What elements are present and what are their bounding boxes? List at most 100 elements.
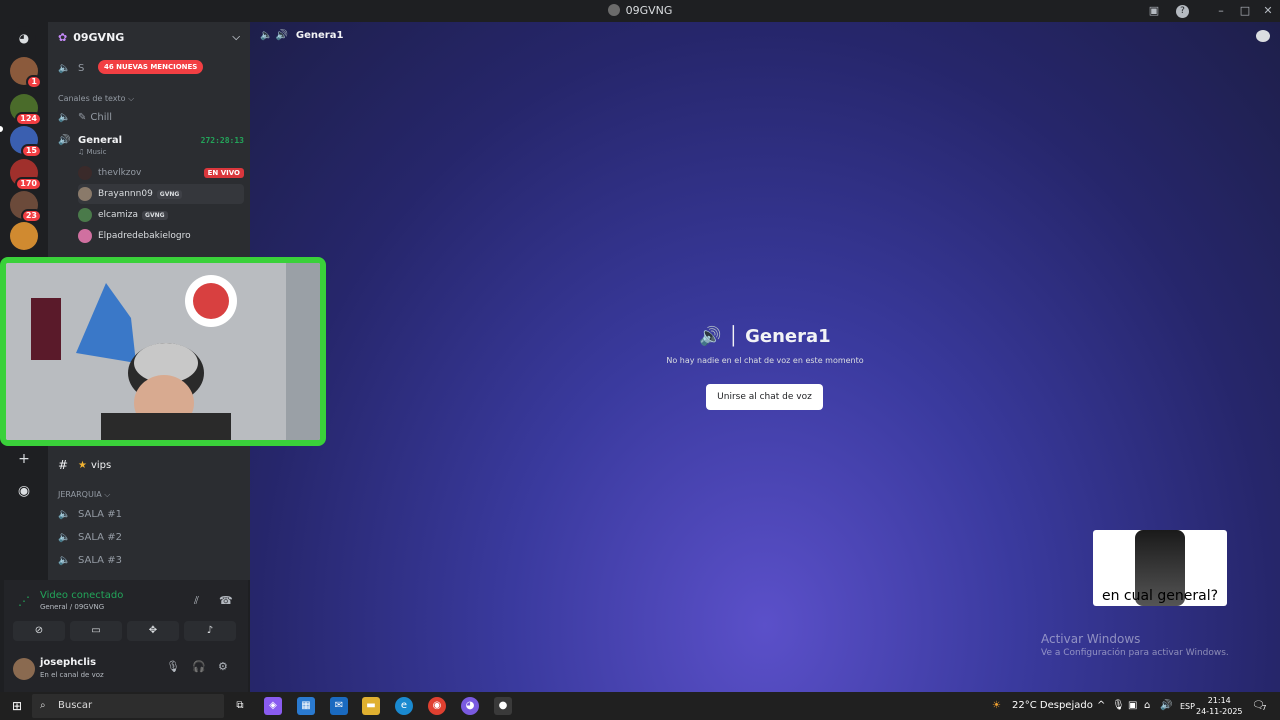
help-icon[interactable]: ? [1176,5,1189,18]
weather-icon: ☀ [992,700,1001,711]
mic-icon: ✎ [78,111,87,123]
edge-icon[interactable]: e [395,697,413,715]
voice-user[interactable]: Brayannn09 GVNG [78,184,244,204]
category-hierarchy[interactable]: JERARQUIA ⌵ [58,490,110,500]
channel-sala-3[interactable]: 🔈 SALA #3 [58,550,244,570]
channel-activity: ♫ Music [78,148,107,156]
display-tray-icon[interactable]: ▣ [1128,700,1137,711]
guild-item[interactable]: 15 [10,126,42,158]
minimize-button[interactable]: – [1213,3,1229,19]
file-explorer-icon[interactable]: ▬ [362,697,380,715]
mention-badge: 23 [20,209,42,223]
window-title: 09GVNG [0,4,1280,17]
windows-activation-watermark: Activar Windows Ve a Configuración para … [1041,632,1229,658]
mention-badge: 15 [20,144,42,158]
outlook-icon[interactable]: ✉ [330,697,348,715]
weather-text[interactable]: 22°C Despejado [1012,700,1093,711]
discord-app-icon[interactable]: ◕ [461,697,479,715]
unread-pill [0,126,3,132]
channel-vips[interactable]: # ★ vips [58,455,244,475]
guild-tag: GVNG [142,210,168,220]
discover-icon[interactable]: ◉ [12,479,36,503]
voice-user[interactable]: elcamiza GVNG [78,205,244,225]
voice-user[interactable]: thevlkzov EN VIVO [78,163,244,183]
speaker-active-icon: 🔊 [58,134,71,146]
username[interactable]: josephclis [40,657,96,668]
chevron-down-icon: ⌵ [232,31,240,43]
avatar [78,187,92,201]
user-status: En el canal de voz [40,671,104,679]
guild-item[interactable]: 1 [10,57,42,89]
voice-location[interactable]: General / 09GVNG [40,603,104,611]
new-mentions-badge[interactable]: 46 NUEVAS MENCIONES [98,60,204,74]
voice-panel: ⋰ Video conectado General / 09GVNG ⫽ ☎ ⊘… [4,580,248,692]
empty-voice-message: No hay nadie en el chat de voz en este m… [666,356,864,365]
inbox-icon[interactable]: ▣ [1146,3,1162,19]
join-voice-button[interactable]: Unirse al chat de voz [706,384,823,410]
speaker-icon: 🔊 [699,326,722,347]
sticker-overlay: en cual general? [1093,530,1227,606]
discord-home-icon[interactable]: ◕ [12,26,36,50]
avatar [78,229,92,243]
guild-item[interactable] [10,222,38,250]
mic-tray-icon[interactable]: 🎙 [1112,700,1125,711]
task-view-icon[interactable]: ⧉ [231,697,249,715]
activities-button[interactable]: ✥ [127,621,179,641]
volume-icon[interactable]: 🔊 [1160,700,1172,711]
taskbar-clock[interactable]: 21:14 24-11-2025 [1196,695,1243,717]
mic-icon[interactable]: 🎙 [166,660,180,673]
chrome-icon[interactable]: ◉ [428,697,446,715]
speaker-icon: 🔈 [58,531,71,543]
taskbar-search[interactable]: ⌕ Buscar [32,694,224,718]
mention-badge: 170 [15,177,42,191]
signal-icon[interactable]: ⋰ [18,594,30,608]
speaker-icon: 🔈 🔊 [260,30,289,41]
speaker-icon: 🔈 [58,508,71,520]
webcam-overlay [0,257,326,446]
sticker-caption: en cual general? [1101,588,1219,604]
channel-sala-2[interactable]: 🔈 SALA #2 [58,527,244,547]
chat-icon[interactable] [1256,30,1270,42]
mention-badge: 1 [26,75,42,89]
mention-badge: 124 [15,112,42,126]
channel-chill[interactable]: 🔈 ✎ Chill [58,107,244,127]
channel-sala-1[interactable]: 🔈 SALA #1 [58,504,244,524]
screen-share-button[interactable]: ▭ [70,621,122,641]
maximize-button[interactable]: □ [1237,3,1253,19]
camera-off-button[interactable]: ⊘ [13,621,65,641]
star-icon: ★ [78,459,87,471]
language-indicator[interactable]: ESP [1180,702,1195,711]
title-bar: 09GVNG ▣ ? – □ ✕ [0,0,1280,22]
store-icon[interactable]: ▦ [297,697,315,715]
guild-tag: GVNG [156,189,183,199]
close-button[interactable]: ✕ [1260,3,1276,19]
avatar[interactable] [13,658,35,680]
copilot-icon[interactable]: ◈ [264,697,282,715]
guild-item[interactable]: 124 [10,94,42,126]
guild-avatar [10,222,38,250]
voice-channel-title: 🔊 │ Genera1 [699,326,831,347]
channel-general[interactable]: 🔊 General 272:28:13 [58,130,244,150]
noise-suppression-icon[interactable]: ⫽ [194,594,199,608]
voice-user[interactable]: Elpadredebakielogro [78,226,244,246]
add-server-icon[interactable]: + [12,447,36,471]
windows-taskbar: ⊞ ⌕ Buscar ⧉ ◈ ▦ ✉ ▬ e ◉ ◕ ● ☀ 22°C Desp… [0,692,1280,720]
gear-icon[interactable]: ⚙ [218,660,228,673]
network-icon[interactable]: ⌂ [1144,700,1150,711]
speaker-icon: 🔈 [58,62,71,74]
voice-status: Video conectado [40,590,124,601]
server-header[interactable]: ✿ 09GVNG ⌵ [48,22,250,52]
guild-item[interactable]: 170 [10,159,42,191]
disconnect-icon[interactable]: ☎ [219,594,233,607]
category-text-channels[interactable]: Canales de texto ⌵ [58,94,134,104]
obs-icon[interactable]: ● [494,697,512,715]
speaker-icon: 🔈 [58,111,71,123]
tray-expand-icon[interactable]: ^ [1097,700,1105,711]
guild-item[interactable]: 23 [10,191,42,223]
avatar [78,166,92,180]
headphones-icon[interactable]: 🎧 [192,660,206,673]
avatar [78,208,92,222]
windows-start-icon[interactable]: ⊞ [8,697,26,715]
speaker-icon: 🔈 [58,554,71,566]
soundboard-button[interactable]: ♪ [184,621,236,641]
